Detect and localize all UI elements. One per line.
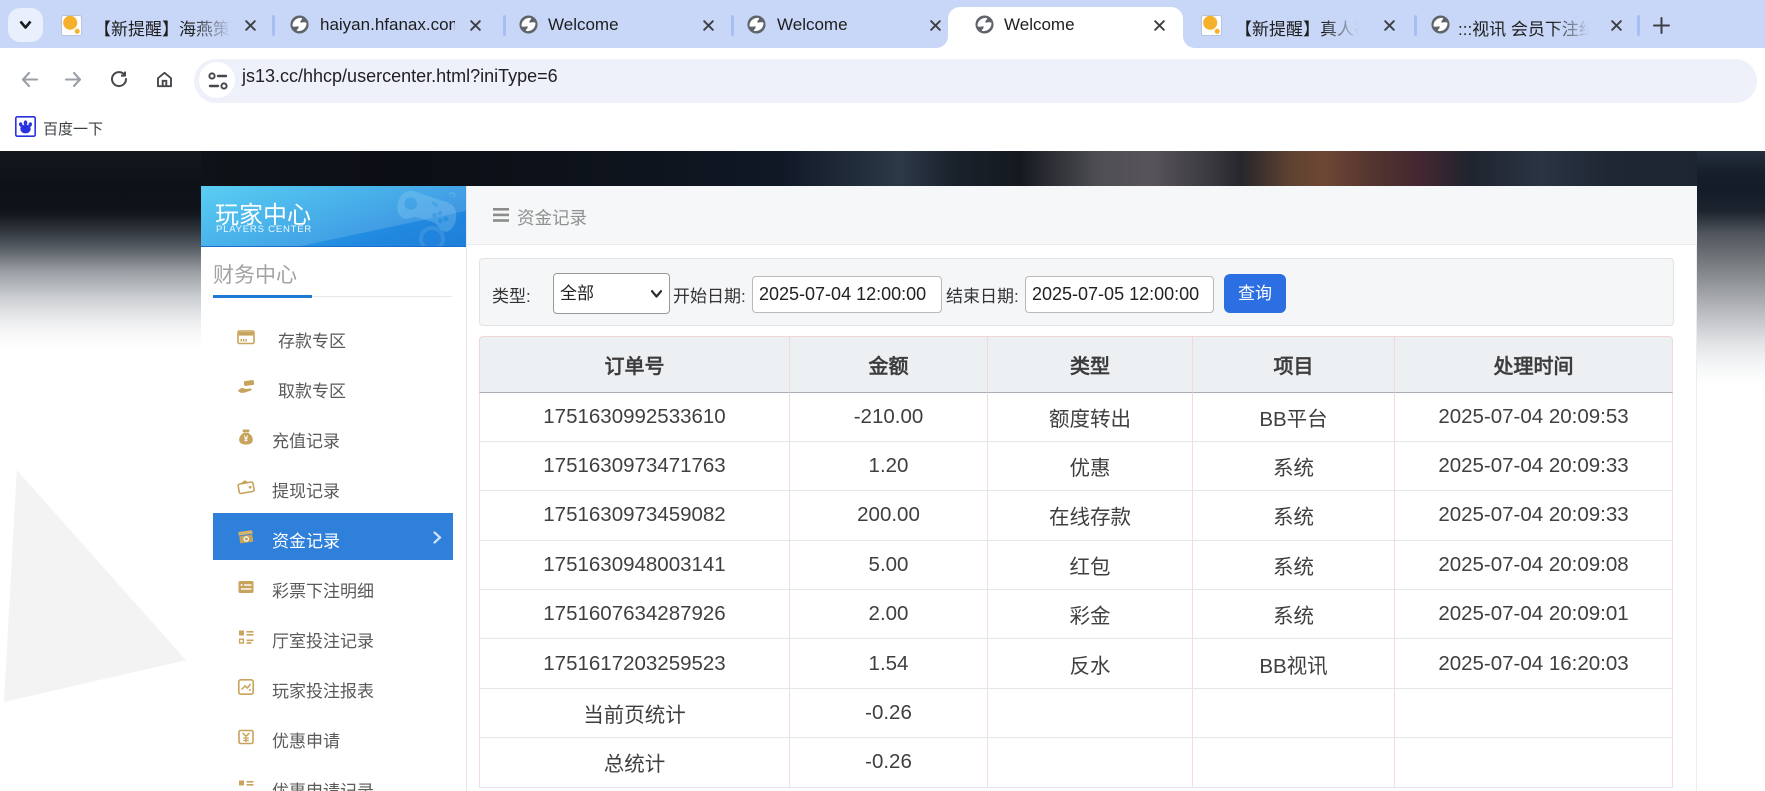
svg-text:¥: ¥	[244, 434, 249, 443]
